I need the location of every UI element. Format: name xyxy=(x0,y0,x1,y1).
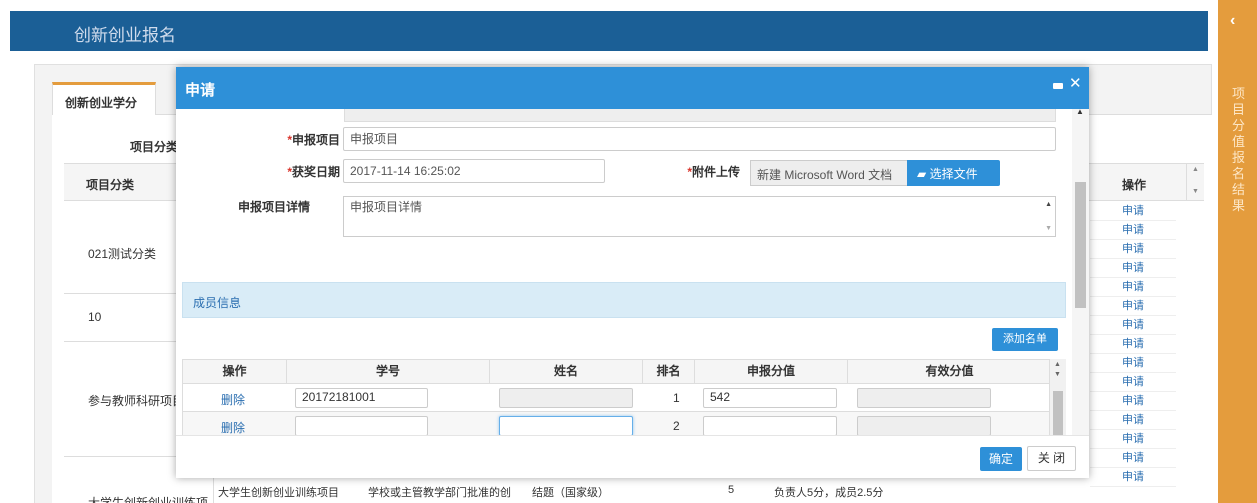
rank-value: 1 xyxy=(673,391,680,405)
dialog-scrollbar[interactable]: ▲ xyxy=(1072,109,1089,435)
right-side-panel[interactable]: ‹ 项目分值报名结果 xyxy=(1218,0,1257,503)
confirm-button[interactable]: 确定 xyxy=(980,447,1022,471)
scroll-thumb[interactable] xyxy=(1075,182,1086,308)
apply-link[interactable]: 申请 xyxy=(1090,354,1176,373)
project-input[interactable]: 申报项目 xyxy=(343,127,1056,151)
side-panel-label: 项目分值报名结果 xyxy=(1232,86,1246,213)
scroll-down-icon[interactable]: ▼ xyxy=(1192,188,1199,195)
table-scrollbar[interactable]: ▲ ▼ xyxy=(1186,164,1203,201)
detail-textarea[interactable]: 申报项目详情 ▲ ▼ xyxy=(343,196,1056,237)
scroll-up-icon[interactable]: ▲ xyxy=(1045,201,1052,208)
attach-label: *附件上传 xyxy=(687,165,740,179)
name-input xyxy=(499,388,633,408)
readonly-field xyxy=(344,109,1056,122)
member-row: 删除 20172181001 1 542 xyxy=(183,384,1049,412)
project-label: *申报项目 xyxy=(287,133,340,147)
apply-link[interactable]: 申请 xyxy=(1090,449,1176,468)
apply-link[interactable]: 申请 xyxy=(1090,278,1176,297)
scroll-up-icon[interactable]: ▲ xyxy=(1192,166,1199,173)
member-grid: 操作 学号 姓名 排名 申报分值 有效分值 删除 20172181001 1 5… xyxy=(182,359,1050,435)
grid-vertical-scrollbar[interactable]: ▲ ▼ ▼ xyxy=(1050,359,1066,435)
apply-link[interactable]: 申请 xyxy=(1090,373,1176,392)
dialog-footer: 确定 关 闭 xyxy=(176,435,1089,478)
apply-link[interactable]: 申请 xyxy=(1090,468,1176,487)
delete-link[interactable]: 删除 xyxy=(221,419,245,435)
detail-label: 申报项目详情 xyxy=(237,200,310,214)
apply-link[interactable]: 申请 xyxy=(1090,297,1176,316)
page: 创新创业报名 ‹ 项目分值报名结果 创新创业学分 项目分类 项目分类 操作 ▲ … xyxy=(0,0,1257,503)
close-button[interactable]: 关 闭 xyxy=(1027,446,1076,471)
scroll-thumb[interactable] xyxy=(1053,391,1063,435)
scroll-up-icon[interactable]: ▲ xyxy=(1054,361,1061,368)
app-title: 创新创业报名 xyxy=(74,26,176,45)
add-member-button[interactable]: 添加名单 xyxy=(992,328,1058,351)
chevron-left-icon[interactable]: ‹ xyxy=(1230,12,1235,30)
valid-score-input xyxy=(857,416,991,435)
choose-file-button[interactable]: ▰ 选择文件 xyxy=(907,160,1000,186)
delete-link[interactable]: 删除 xyxy=(221,391,245,408)
apply-link[interactable]: 申请 xyxy=(1090,259,1176,278)
date-input[interactable]: 2017-11-14 16:25:02 xyxy=(343,159,605,183)
scroll-down-icon[interactable]: ▼ xyxy=(1054,371,1061,378)
column-category: 项目分类 xyxy=(86,178,135,192)
scroll-up-icon[interactable]: ▲ xyxy=(1076,109,1084,116)
dialog-body: *申报项目 申报项目 *获奖日期 2017-11-14 16:25:02 *附件… xyxy=(176,109,1089,435)
tab-credits[interactable]: 创新创业学分 xyxy=(52,82,156,115)
score-input[interactable]: 542 xyxy=(703,388,837,408)
member-section-title: 成员信息 xyxy=(193,296,242,310)
name-input[interactable] xyxy=(499,416,633,435)
scroll-down-icon[interactable]: ▼ xyxy=(1045,225,1052,232)
valid-score-input xyxy=(857,388,991,408)
member-row: 删除 2 xyxy=(183,412,1049,435)
app-header: 创新创业报名 xyxy=(10,11,1208,51)
table-row: 大学生创新创业训练项目 学校或主管教学部门批准的创 结题（国家级） 5 负责人5… xyxy=(218,484,884,499)
apply-link[interactable]: 申请 xyxy=(1090,221,1176,240)
apply-link[interactable]: 申请 xyxy=(1090,392,1176,411)
folder-open-icon: ▰ xyxy=(917,167,927,181)
apply-link[interactable]: 申请 xyxy=(1090,316,1176,335)
action-column: 申请 申请 申请 申请 申请 申请 申请 申请 申请 申请 申请 申请 申请 申… xyxy=(1090,202,1176,503)
member-grid-header: 操作 学号 姓名 排名 申报分值 有效分值 xyxy=(183,360,1049,384)
rank-value: 2 xyxy=(673,419,680,433)
member-section-header: 成员信息 xyxy=(182,282,1066,318)
file-name-field: 新建 Microsoft Word 文档 xyxy=(750,160,910,186)
score-input[interactable] xyxy=(703,416,837,435)
apply-link[interactable]: 申请 xyxy=(1090,335,1176,354)
student-id-input[interactable]: 20172181001 xyxy=(295,388,428,408)
column-action: 操作 xyxy=(1122,178,1147,192)
apply-dialog: 申请 ✕ *申报项目 申报项目 *获奖日期 2017-11-14 16:25:0… xyxy=(176,67,1089,478)
filter-label: 项目分类 xyxy=(130,140,179,154)
apply-link[interactable]: 申请 xyxy=(1090,411,1176,430)
date-label: *获奖日期 xyxy=(287,165,340,179)
apply-link[interactable]: 申请 xyxy=(1090,202,1176,221)
dialog-title: 申请 xyxy=(185,82,216,99)
dialog-header: 申请 ✕ xyxy=(176,67,1089,109)
minimize-icon[interactable] xyxy=(1053,83,1063,89)
apply-link[interactable]: 申请 xyxy=(1090,430,1176,449)
close-icon[interactable]: ✕ xyxy=(1069,74,1082,92)
apply-link[interactable]: 申请 xyxy=(1090,240,1176,259)
student-id-input[interactable] xyxy=(295,416,428,435)
